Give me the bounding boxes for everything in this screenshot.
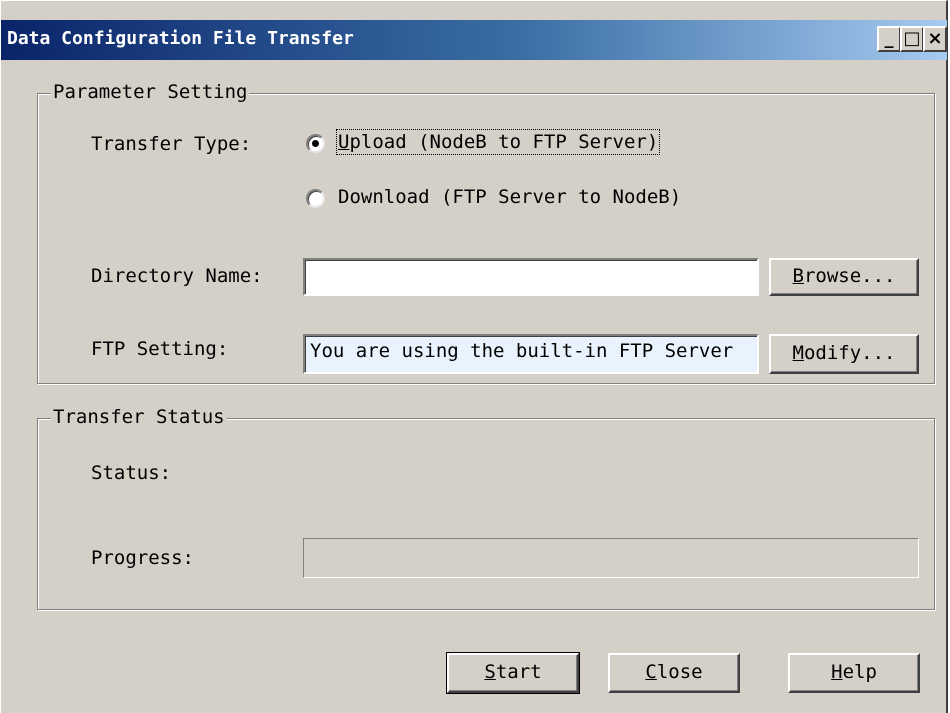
dialog-window: Data Configuration File Transfer _ □ × P… — [0, 0, 948, 713]
close-label: lose — [656, 661, 703, 683]
upload-radio[interactable] — [306, 134, 325, 153]
download-radio-label[interactable]: Download (FTP Server to NodeB) — [338, 186, 681, 208]
minimize-button[interactable]: _ — [877, 26, 901, 52]
transfer-status-legend: Transfer Status — [51, 406, 227, 428]
upload-radio-dot — [312, 140, 319, 147]
ftp-setting-field: You are using the built-in FTP Server — [303, 334, 759, 374]
start-label: tart — [495, 661, 542, 683]
window-title: Data Configuration File Transfer — [7, 28, 354, 49]
browse-label: rowse... — [803, 265, 896, 287]
progress-label: Progress: — [91, 547, 194, 569]
upload-radio-label[interactable]: Upload (NodeB to FTP Server) — [335, 129, 661, 155]
browse-button[interactable]: Browse... — [769, 258, 919, 296]
close-window-button[interactable]: × — [923, 26, 947, 52]
download-radio[interactable] — [306, 189, 325, 208]
help-mnemonic: H — [831, 661, 843, 683]
parameter-setting-legend: Parameter Setting — [51, 81, 250, 103]
close-mnemonic: C — [645, 661, 657, 683]
help-label: elp — [842, 661, 877, 683]
modify-mnemonic: M — [792, 342, 804, 364]
progress-bar — [303, 538, 919, 578]
title-bar[interactable]: Data Configuration File Transfer _ □ × — [1, 20, 947, 60]
directory-name-label: Directory Name: — [91, 265, 263, 287]
upload-mnemonic: U — [338, 131, 350, 153]
status-label: Status: — [91, 462, 172, 484]
start-mnemonic: S — [484, 661, 496, 683]
transfer-status-group — [37, 418, 935, 610]
modify-button[interactable]: Modify... — [769, 334, 919, 374]
close-button[interactable]: Close — [608, 653, 740, 693]
transfer-type-label: Transfer Type: — [91, 133, 252, 155]
modify-label: odify... — [803, 342, 896, 364]
upload-label-rest: pload (NodeB to FTP Server) — [349, 131, 659, 153]
help-button[interactable]: Help — [788, 653, 920, 693]
start-button[interactable]: Start — [446, 652, 580, 694]
browse-mnemonic: B — [792, 265, 804, 287]
maximize-button[interactable]: □ — [900, 26, 924, 52]
ftp-setting-label: FTP Setting: — [91, 338, 229, 360]
directory-name-input[interactable] — [303, 258, 759, 296]
